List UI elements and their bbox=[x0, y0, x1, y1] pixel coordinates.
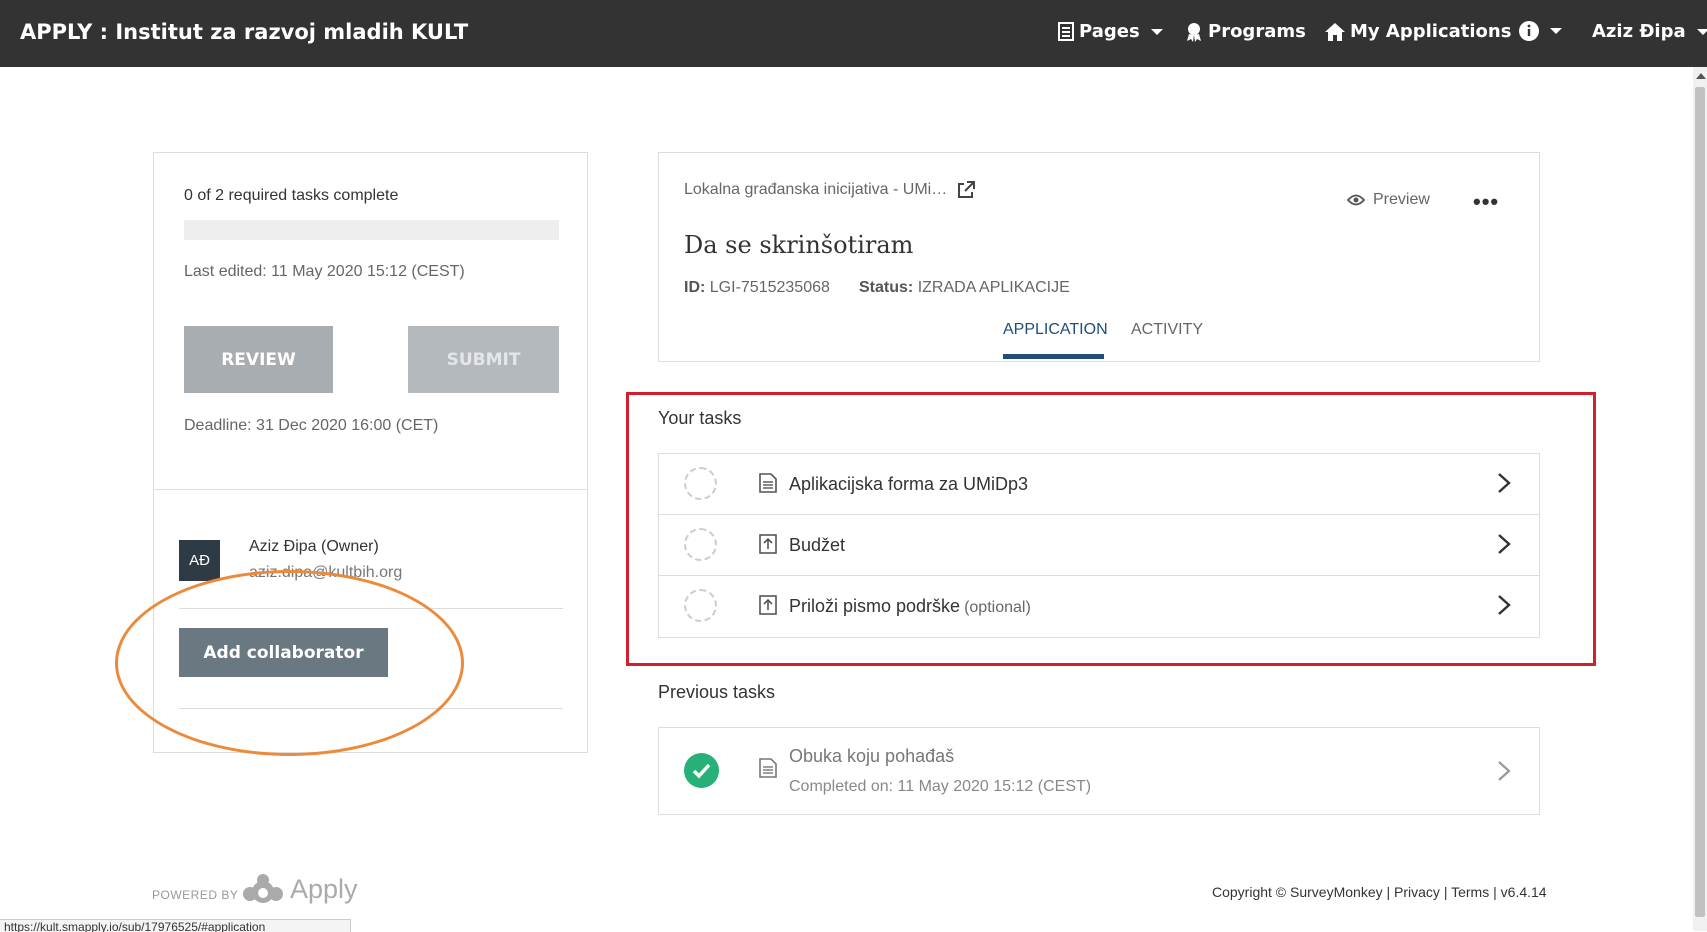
divider bbox=[154, 489, 587, 490]
site-brand[interactable]: APPLY : Institut za razvoj mladih KULT bbox=[20, 20, 468, 44]
task-label: Budžet bbox=[789, 535, 846, 555]
progress-bar bbox=[184, 220, 559, 240]
submit-button[interactable]: SUBMIT bbox=[408, 326, 559, 393]
task-completed-date: Completed on: 11 May 2020 15:12 (CEST) bbox=[789, 778, 1092, 795]
id-value: LGI-7515235068 bbox=[709, 279, 830, 296]
chevron-down-icon bbox=[1550, 28, 1562, 34]
preview-button[interactable]: Preview bbox=[1347, 191, 1430, 209]
task-status-circle bbox=[684, 589, 717, 622]
nav-pages-dropdown[interactable]: Pages bbox=[1058, 21, 1163, 42]
task-label: Aplikacijska forma za UMiDp3 bbox=[789, 474, 1029, 494]
copyright: Copyright © SurveyMonkey bbox=[1212, 884, 1383, 900]
award-icon bbox=[1187, 22, 1201, 42]
chevron-right-icon bbox=[1498, 534, 1511, 554]
nav-programs-label: Programs bbox=[1208, 21, 1306, 42]
task-label: Priloži pismo podrške (optional) bbox=[789, 596, 1031, 616]
avatar: AĐ bbox=[179, 540, 220, 581]
application-id: ID: LGI-7515235068 bbox=[684, 279, 830, 297]
chevron-right-icon bbox=[1498, 595, 1511, 615]
task-row[interactable]: Obuka koju pohađaš Completed on: 11 May … bbox=[659, 728, 1539, 814]
task-row[interactable]: Priloži pismo podrške (optional) bbox=[659, 576, 1539, 637]
upload-icon bbox=[759, 534, 777, 554]
status-value: IZRADA APLIKACIJE bbox=[917, 279, 1070, 296]
task-row[interactable]: Aplikacijska forma za UMiDp3 bbox=[659, 454, 1539, 515]
nav-my-applications-label: My Applications bbox=[1350, 21, 1512, 42]
scrollbar-thumb[interactable] bbox=[1695, 87, 1705, 917]
task-status-circle bbox=[684, 467, 717, 500]
application-header-card: Lokalna građanska inicijativa - UMi… Pre… bbox=[658, 152, 1540, 362]
status-label: Status: bbox=[859, 279, 914, 296]
active-tab-indicator bbox=[1003, 354, 1104, 359]
apply-logo[interactable]: Apply bbox=[240, 872, 358, 906]
review-button[interactable]: REVIEW bbox=[184, 326, 333, 393]
upload-icon bbox=[759, 595, 777, 615]
task-row[interactable]: Budžet bbox=[659, 515, 1539, 576]
program-link[interactable]: Lokalna građanska inicijativa - UMi… bbox=[684, 181, 976, 199]
home-icon bbox=[1325, 22, 1345, 41]
top-navbar: APPLY : Institut za razvoj mladih KULT P… bbox=[0, 0, 1707, 67]
pages-icon bbox=[1058, 22, 1074, 41]
nav-programs[interactable]: Programs bbox=[1185, 21, 1306, 42]
chevron-down-icon bbox=[1696, 28, 1707, 35]
your-tasks-title: Your tasks bbox=[658, 408, 742, 428]
id-label: ID: bbox=[684, 279, 706, 296]
divider bbox=[179, 608, 563, 609]
external-link-icon bbox=[958, 181, 976, 198]
chevron-down-icon bbox=[1150, 28, 1163, 35]
version: v6.4.14 bbox=[1500, 884, 1547, 900]
privacy-link[interactable]: Privacy bbox=[1394, 884, 1440, 900]
application-status: Status: IZRADA APLIKACIJE bbox=[859, 279, 1070, 297]
last-edited: Last edited: 11 May 2020 15:12 (CEST) bbox=[184, 263, 465, 280]
add-collaborator-button[interactable]: Add collaborator bbox=[179, 628, 388, 677]
tab-application[interactable]: APPLICATION bbox=[1003, 321, 1108, 339]
your-tasks-list: Aplikacijska forma za UMiDp3 Budžet Pril… bbox=[658, 453, 1540, 638]
previous-tasks-list: Obuka koju pohađaš Completed on: 11 May … bbox=[658, 727, 1540, 815]
tab-activity[interactable]: ACTIVITY bbox=[1131, 321, 1203, 339]
completed-check-icon bbox=[684, 753, 719, 788]
preview-label: Preview bbox=[1373, 191, 1430, 208]
more-options-icon[interactable]: ••• bbox=[1473, 189, 1499, 215]
scroll-up-arrow-icon[interactable] bbox=[1696, 73, 1706, 79]
eye-icon bbox=[1347, 194, 1365, 206]
status-url-bar: https://kult.smapply.io/sub/17976525/#ap… bbox=[0, 919, 351, 932]
chevron-right-icon bbox=[1498, 473, 1511, 493]
owner-email: aziz.dipa@kultbih.org bbox=[249, 564, 403, 581]
nav-info-dropdown[interactable] bbox=[1519, 21, 1562, 41]
info-icon bbox=[1519, 21, 1539, 41]
task-status-circle bbox=[684, 528, 717, 561]
nav-pages-label: Pages bbox=[1079, 21, 1140, 42]
page-scrollbar[interactable] bbox=[1693, 67, 1707, 931]
task-label: Obuka koju pohađaš bbox=[789, 746, 955, 766]
apply-logo-text: Apply bbox=[290, 873, 358, 904]
terms-link[interactable]: Terms bbox=[1451, 884, 1489, 900]
user-name: Aziz Đipa bbox=[1592, 21, 1686, 42]
previous-tasks-title: Previous tasks bbox=[658, 682, 776, 702]
owner-name: Aziz Đipa (Owner) bbox=[249, 538, 379, 555]
deadline: Deadline: 31 Dec 2020 16:00 (CET) bbox=[184, 417, 439, 434]
apply-logo-icon bbox=[243, 874, 283, 903]
footer-links: Copyright © SurveyMonkey | Privacy | Ter… bbox=[1212, 884, 1547, 900]
divider bbox=[179, 708, 563, 709]
chevron-right-icon bbox=[1498, 761, 1511, 781]
nav-user-menu[interactable]: Aziz Đipa bbox=[1592, 21, 1707, 42]
document-icon bbox=[759, 758, 777, 778]
application-title: Da se skrinšotiram bbox=[684, 231, 914, 259]
required-tasks-count: 0 of 2 required tasks complete bbox=[184, 187, 399, 204]
document-icon bbox=[759, 473, 777, 493]
nav-my-applications[interactable]: My Applications bbox=[1325, 21, 1511, 42]
application-sidebar: 0 of 2 required tasks complete Last edit… bbox=[153, 152, 588, 753]
powered-by-label: POWERED BY bbox=[152, 888, 239, 902]
program-name: Lokalna građanska inicijativa - UMi… bbox=[684, 181, 948, 198]
